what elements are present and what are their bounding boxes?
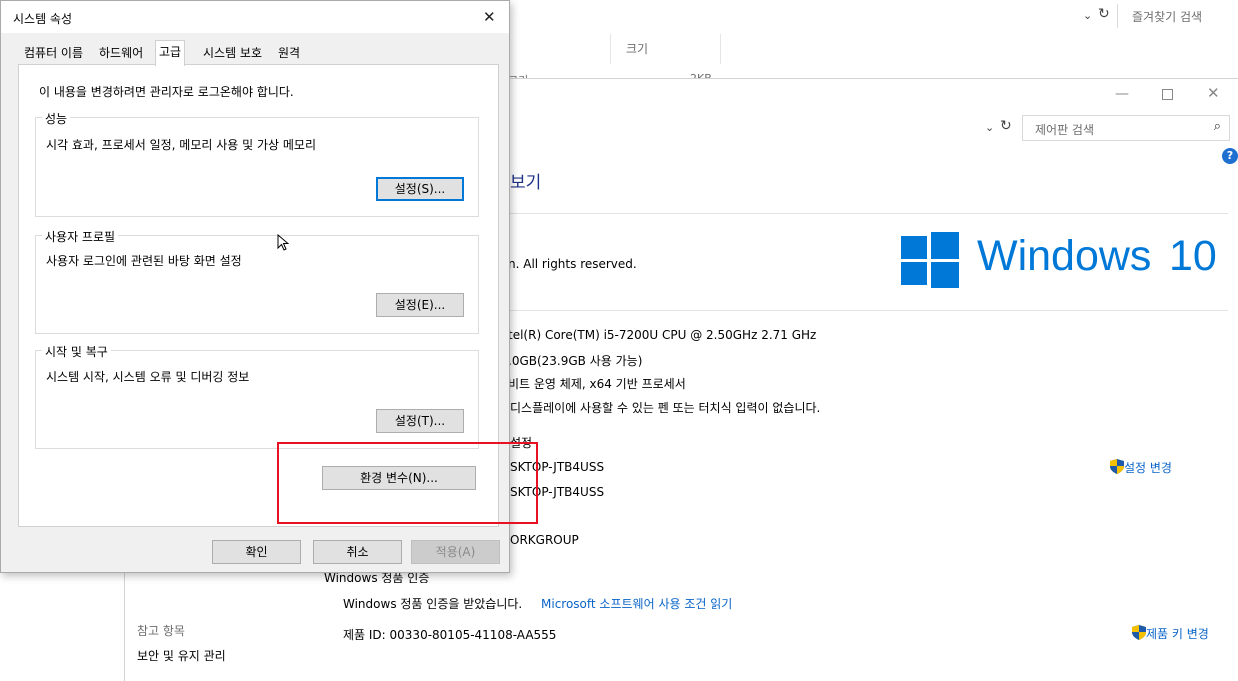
license-terms-link[interactable]: Microsoft 소프트웨어 사용 조건 읽기 [541,595,732,612]
workgroup-value: ORKGROUP [510,533,579,547]
memory-value: .0GB(23.9GB 사용 가능) [508,354,643,368]
highlight-box [277,442,538,524]
dialog-title: 시스템 속성 [13,12,73,26]
security-maintenance-link[interactable]: 보안 및 유지 관리 [137,647,226,664]
column-separator [610,34,611,64]
cancel-button[interactable]: 취소 [313,540,402,564]
startup-recovery-title: 시작 및 복구 [42,343,111,360]
performance-title: 성능 [42,110,71,127]
maximize-icon[interactable] [1162,89,1173,100]
shield-icon [1132,625,1146,640]
windows-logo-text: Windows [977,232,1152,280]
dialog-title-bar[interactable] [1,1,509,33]
page-heading: 보기 [510,173,542,193]
ok-button[interactable]: 확인 [212,540,301,564]
tab-computer-name[interactable]: 컴퓨터 이름 [21,42,86,64]
tab-hardware[interactable]: 하드웨어 [96,42,146,64]
control-panel-search-input[interactable]: 제어판 검색 ⌕ [1022,115,1230,141]
user-profiles-group: 사용자 프로필 사용자 로그인에 관련된 바탕 화면 설정 [35,228,479,334]
minimize-icon[interactable]: — [1115,86,1129,102]
startup-recovery-group: 시작 및 복구 시스템 시작, 시스템 오류 및 디버깅 정보 [35,343,479,449]
user-profiles-description: 사용자 로그인에 관련된 바탕 화면 설정 [46,254,242,268]
tab-remote[interactable]: 원격 [275,42,303,64]
divider [510,213,1228,214]
user-profiles-title: 사용자 프로필 [42,228,119,245]
column-separator [720,34,721,64]
refresh-icon[interactable]: ↻ [1098,6,1110,22]
help-icon[interactable]: ? [1222,148,1238,164]
tab-advanced[interactable]: 고급 [155,40,186,66]
performance-settings-button[interactable]: 설정(S)... [376,177,464,201]
shield-icon [1110,459,1124,474]
search-icon: ⌕ [1213,119,1221,134]
favorites-search-input[interactable]: 즐겨찾기 검색 [1117,4,1235,28]
apply-button: 적용(A) [411,540,500,564]
performance-description: 시각 효과, 프로세서 일정, 메모리 사용 및 가상 메모리 [46,138,316,152]
refresh-icon[interactable]: ↻ [1000,118,1012,134]
activation-status: Windows 정품 인증을 받았습니다. [343,597,523,611]
startup-recovery-settings-button[interactable]: 설정(T)... [376,409,464,433]
chevron-down-icon[interactable]: ⌄ [1083,9,1092,22]
windows-logo: Windows 10 [901,232,1221,288]
size-column-header[interactable]: 크기 [626,40,648,57]
see-also-heading: 참고 항목 [137,624,185,638]
windows-logo-icon [901,232,959,288]
mouse-cursor [277,233,290,255]
pen-touch-value: 디스플레이에 사용할 수 있는 펜 또는 터치식 입력이 없습니다. [510,401,821,415]
system-type-value: 비트 운영 체제, x64 기반 프로세서 [508,377,686,391]
startup-recovery-description: 시스템 시작, 시스템 오류 및 디버깅 정보 [46,370,250,384]
user-profiles-settings-button[interactable]: 설정(E)... [376,293,464,317]
admin-notice: 이 내용을 변경하려면 관리자로 로그온해야 합니다. [39,85,294,99]
dialog-close-icon[interactable]: ✕ [483,8,496,26]
product-id: 제품 ID: 00330-80105-41108-AA555 [343,628,557,642]
tab-system-protection[interactable]: 시스템 보호 [200,42,265,64]
chevron-down-icon[interactable]: ⌄ [985,121,994,134]
divider [510,310,1228,311]
copyright-text: n. All rights reserved. [508,257,637,271]
windows-logo-version: 10 [1169,232,1217,280]
performance-group: 성능 시각 효과, 프로세서 일정, 메모리 사용 및 가상 메모리 [35,110,479,217]
processor-value: tel(R) Core(TM) i5-7200U CPU @ 2.50GHz 2… [508,328,817,342]
close-icon[interactable]: ✕ [1207,84,1220,102]
